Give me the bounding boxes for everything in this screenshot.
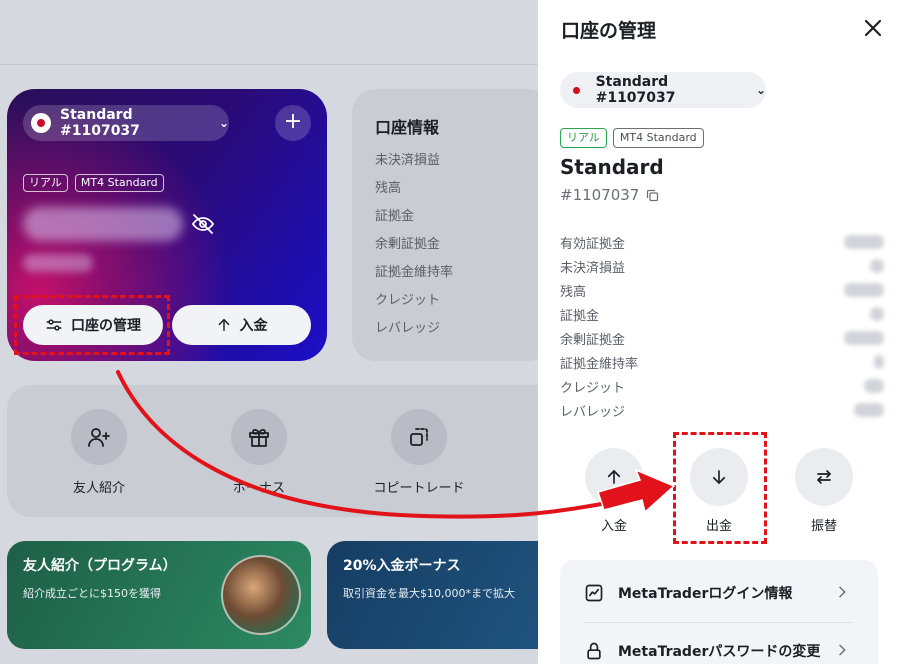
hidden-value [870,307,884,321]
info-row: レバレッジ [375,321,441,336]
account-tags: リアル MT4 Standard [23,174,164,192]
account-metrics-list: 有効証拠金 未決済損益 残高 証拠金 余剰証拠金 証拠金維持率 クレジット レバ… [560,233,884,425]
info-row: 余剰証拠金 [375,237,441,252]
account-name: Standard [560,155,664,179]
hidden-value [874,355,884,369]
hidden-value [844,235,884,249]
menu-item-label: MetaTraderログイン情報 [618,586,793,602]
promo-photo [221,555,301,635]
info-row: 未決済損益 [375,153,441,168]
promo-subtitle: 取引資金を最大$10,000*まで拡大 [343,587,515,600]
copy-trade-icon [410,428,428,446]
account-selector[interactable]: Standard #1107037 ⌄ [23,105,229,141]
hidden-value [844,283,884,297]
metric-label: 証拠金維持率 [560,357,639,372]
metric-row: クレジット [560,377,884,401]
account-info-card: 口座情報 未決済損益 残高 証拠金 余剰証拠金 証拠金維持率 クレジット レバレ… [352,89,552,361]
dashboard-background: Standard #1107037 ⌄ + リアル MT4 Standard 口… [0,0,567,664]
copy-icon[interactable] [645,188,660,203]
quick-action-label: ボーナス [232,481,285,496]
japan-flag-icon [31,113,51,133]
highlight-manage-button [14,295,170,355]
gift-icon [249,428,269,447]
hidden-value [870,259,884,273]
chevron-right-icon [839,644,846,656]
promo-title: 友人紹介（プログラム） [23,558,177,574]
account-number: #1107037 [560,186,660,204]
quick-action-referral[interactable]: 友人紹介 [39,409,159,496]
user-plus-icon [88,428,110,447]
promo-bonus-banner[interactable]: 20%入金ボーナス 取引資金を最大$10,000*まで拡大 [327,541,557,649]
quick-action-label: コピートレード [373,481,465,496]
highlight-withdraw-button [673,432,767,544]
promo-referral-banner[interactable]: 友人紹介（プログラム） 紹介成立ごとに$150を獲得 [7,541,311,649]
account-management-panel: 口座の管理 Standard #1107037 ⌄ リアル MT4 Standa… [538,0,900,664]
metric-row: 証拠金維持率 [560,353,884,377]
panel-deposit-button[interactable]: 入金 [582,448,646,534]
lock-icon [587,642,601,660]
chevron-down-icon: ⌄ [218,116,229,130]
panel-account-selector[interactable]: Standard #1107037 ⌄ [560,72,766,108]
panel-account-tags: リアル MT4 Standard [560,128,704,148]
deposit-button[interactable]: 入金 [172,305,311,345]
metric-row: 有効証拠金 [560,233,884,257]
info-row: 証拠金 [375,209,415,224]
promo-title: 20%入金ボーナス [343,558,461,574]
metric-label: 残高 [560,285,587,300]
add-account-button[interactable]: + [275,105,311,141]
action-label: 振替 [810,519,837,534]
account-selector-label: Standard #1107037 [60,107,140,139]
action-label: 入金 [600,519,627,534]
metric-label: 余剰証拠金 [560,333,626,348]
arrow-up-icon [218,318,229,332]
hidden-value [864,379,884,393]
info-row: 残高 [375,181,402,196]
info-row: クレジット [375,293,441,308]
panel-menu: MetaTraderログイン情報 MetaTraderパスワードの変更 [560,560,878,664]
metric-row: 残高 [560,281,884,305]
panel-account-selector-label: Standard #1107037 [595,74,676,106]
metric-label: 未決済損益 [560,261,626,276]
chevron-right-icon [839,586,846,598]
deposit-label: 入金 [239,318,268,334]
account-number-text: #1107037 [560,186,640,204]
metric-label: 証拠金 [560,309,600,324]
hidden-subvalue [23,254,93,272]
tag-account-type: MT4 Standard [612,128,704,148]
transfer-icon [817,470,831,484]
info-row: 証拠金維持率 [375,265,454,280]
chart-icon [585,584,603,602]
metric-label: レバレッジ [560,405,626,420]
hidden-value [854,403,884,417]
menu-item-label: MetaTraderパスワードの変更 [618,644,821,660]
quick-actions-card: 友人紹介 ボーナス コピートレード [7,385,567,517]
metric-label: クレジット [560,381,626,396]
tag-real: リアル [560,128,607,148]
metric-row: 余剰証拠金 [560,329,884,353]
tag-account-type: MT4 Standard [74,174,164,192]
status-dot-icon [573,86,580,94]
panel-title: 口座の管理 [561,20,657,42]
panel-transfer-button[interactable]: 振替 [792,448,856,534]
quick-action-copy-trade[interactable]: コピートレード [359,409,479,496]
hidden-balance [23,207,183,241]
menu-item-change-password[interactable]: MetaTraderパスワードの変更 [560,622,878,664]
account-info-list: 未決済損益 残高 証拠金 余剰証拠金 証拠金維持率 クレジット レバレッジ [375,149,453,345]
chevron-down-icon: ⌄ [755,83,766,97]
tag-real: リアル [23,174,68,192]
metric-row: レバレッジ [560,401,884,425]
promo-subtitle: 紹介成立ごとに$150を獲得 [23,587,161,600]
eye-off-icon[interactable] [191,212,215,236]
header-divider [0,64,540,65]
hidden-value [844,331,884,345]
close-icon[interactable] [861,16,885,40]
arrow-up-icon [607,470,621,484]
metric-row: 証拠金 [560,305,884,329]
account-info-title: 口座情報 [375,118,440,137]
quick-action-label: 友人紹介 [72,481,125,496]
metric-label: 有効証拠金 [560,237,626,252]
menu-item-login-info[interactable]: MetaTraderログイン情報 [560,564,878,622]
quick-action-bonus[interactable]: ボーナス [199,409,319,496]
metric-row: 未決済損益 [560,257,884,281]
